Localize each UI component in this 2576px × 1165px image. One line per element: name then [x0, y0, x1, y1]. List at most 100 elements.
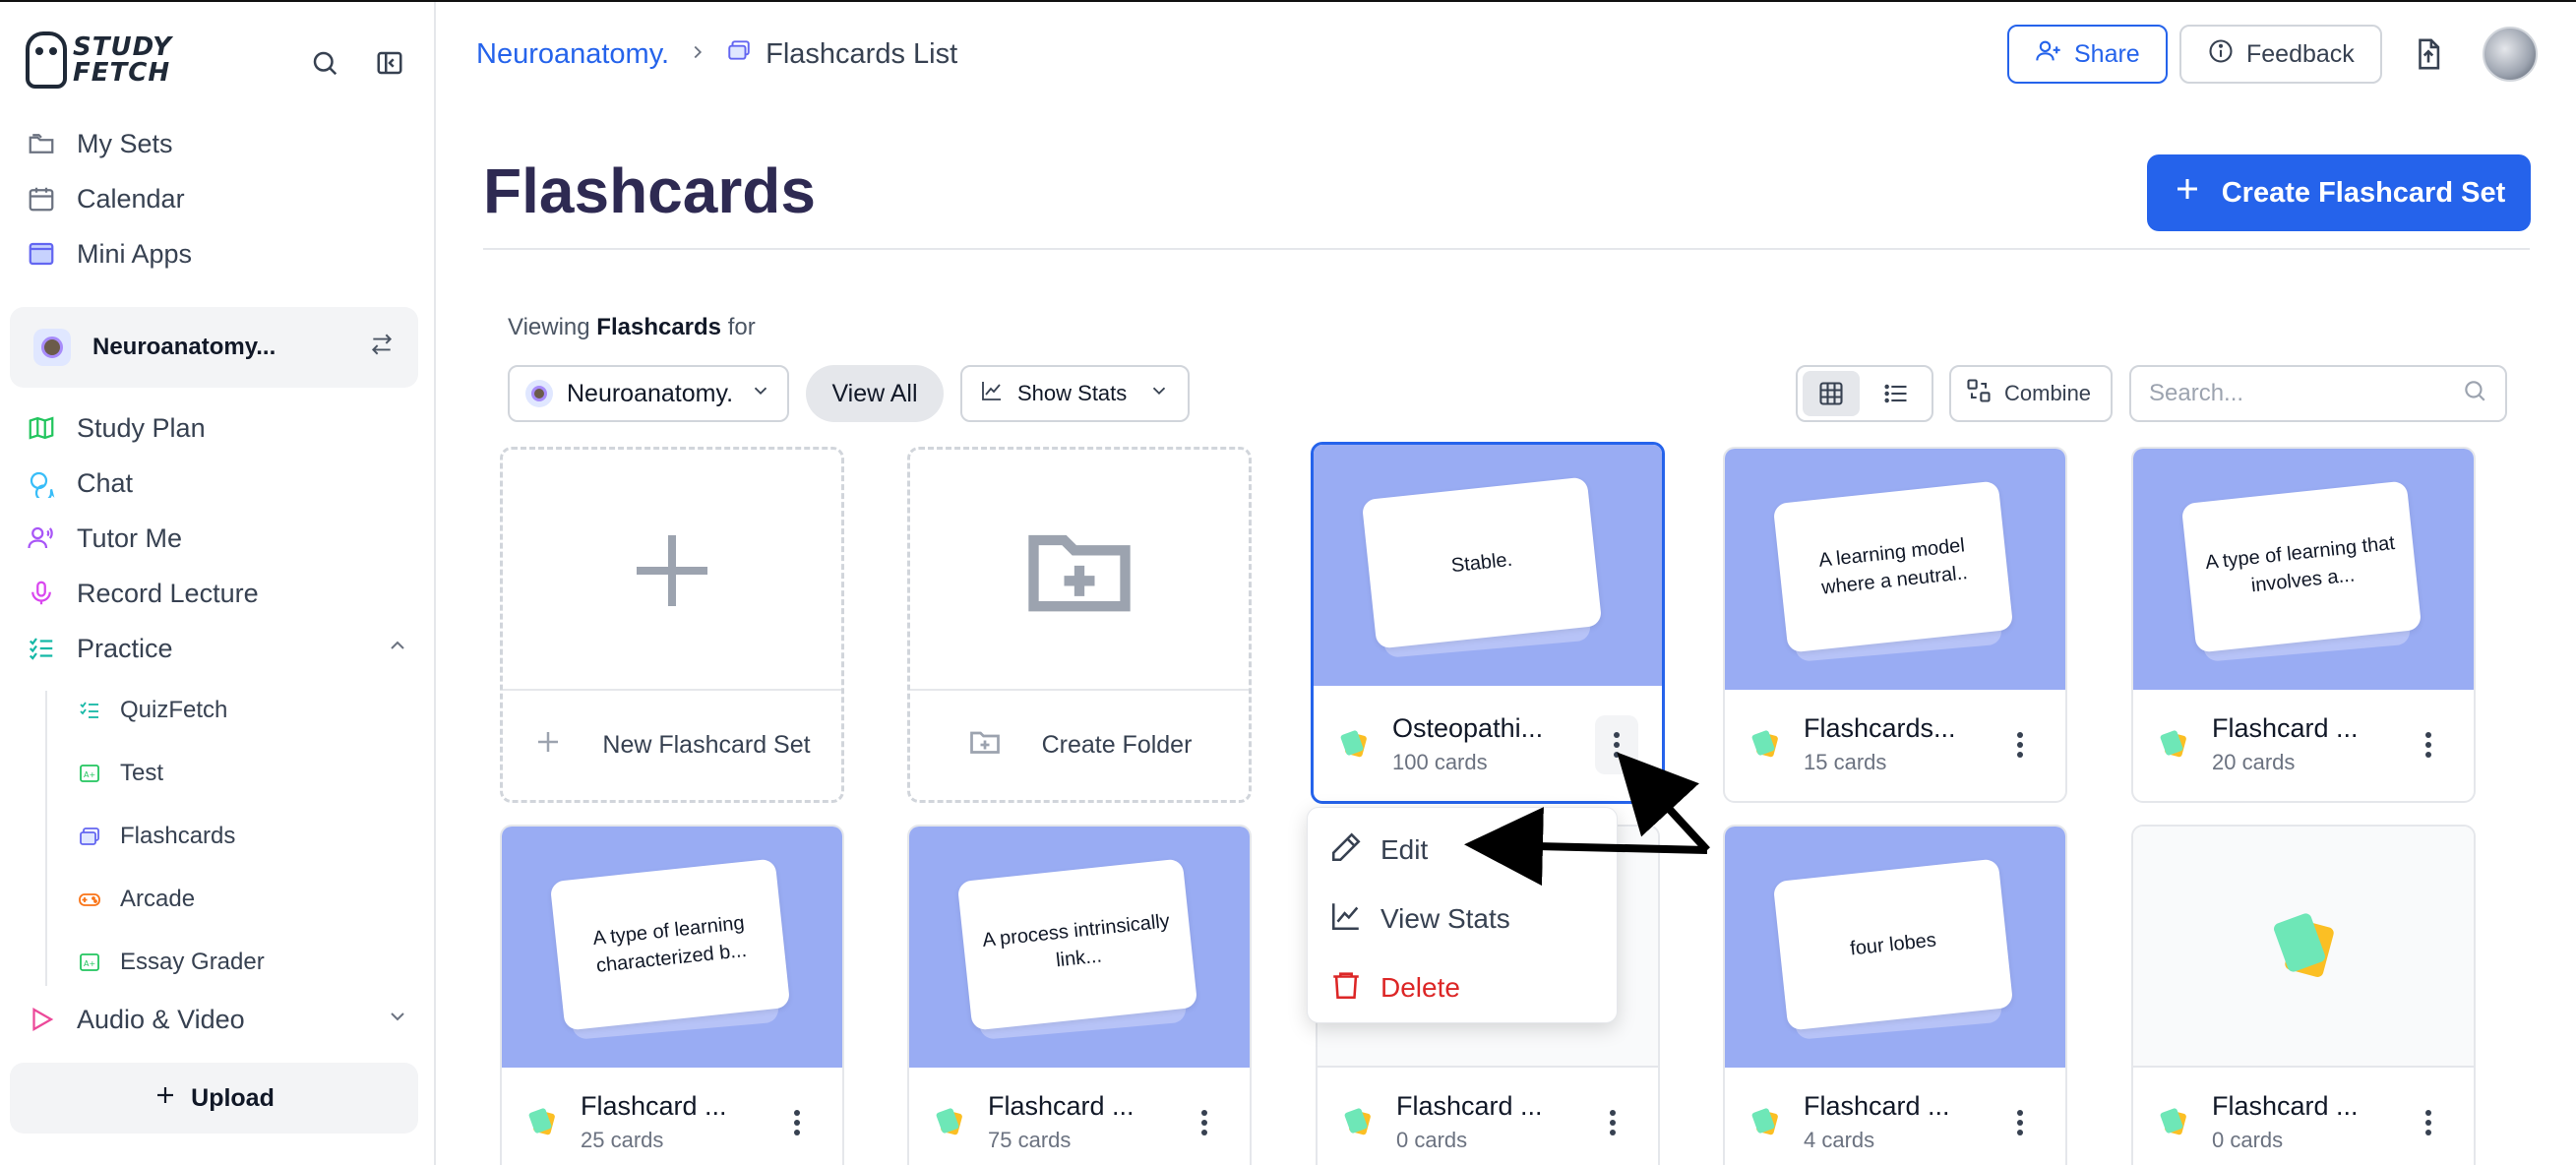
map-icon — [26, 412, 57, 444]
view-all-label: View All — [831, 379, 918, 407]
breadcrumb-course-link[interactable]: Neuroanatomy. — [476, 38, 669, 71]
create-folder-label: Create Folder — [1041, 730, 1193, 759]
more-vertical-icon[interactable] — [1183, 1093, 1226, 1152]
search-input[interactable] — [2149, 380, 2444, 407]
menu-item-delete[interactable]: Delete — [1308, 953, 1617, 1022]
menu-label: Delete — [1380, 972, 1460, 1003]
card-meta: Flashcards... 15 cards — [1725, 688, 2065, 801]
share-button[interactable]: Share — [2007, 25, 2168, 84]
nav-label: Practice — [77, 633, 173, 663]
create-flashcard-set-button[interactable]: Create Flashcard Set — [2147, 154, 2531, 231]
deck-icon — [1345, 1108, 1375, 1137]
nav-label: Arcade — [120, 886, 196, 912]
flashcard-set-card[interactable]: Stable. Osteopathi... 100 cards — [1311, 442, 1665, 804]
more-vertical-icon[interactable] — [1591, 1093, 1634, 1152]
card-title: Flashcard ... — [581, 1091, 727, 1121]
nav-tutor-me[interactable]: Tutor Me — [26, 516, 182, 561]
feedback-label: Feedback — [2246, 39, 2355, 68]
nav-audio-video[interactable]: Audio & Video — [26, 997, 409, 1042]
swap-icon[interactable] — [369, 332, 395, 364]
upload-button[interactable]: Upload — [10, 1063, 418, 1134]
menu-item-view-stats[interactable]: View Stats — [1308, 885, 1617, 953]
nav-label: Flashcards — [120, 823, 236, 849]
deck-icon — [529, 1108, 559, 1137]
more-vertical-icon[interactable] — [2407, 715, 2450, 774]
deck-icon — [1752, 1108, 1782, 1137]
breadcrumb-current-label: Flashcards List — [766, 37, 958, 70]
nav-label: Test — [120, 760, 164, 786]
nav-arcade[interactable]: Arcade — [77, 879, 195, 920]
card-preview-text: four lobes — [1772, 858, 2014, 1031]
collapse-sidebar-icon[interactable] — [370, 43, 409, 83]
gamepad-icon — [77, 887, 102, 912]
nav-quizfetch[interactable]: QuizFetch — [77, 690, 227, 731]
user-avatar[interactable] — [2483, 27, 2538, 82]
card-count: 75 cards — [988, 1128, 1072, 1152]
feedback-button[interactable]: Feedback — [2179, 25, 2382, 84]
folder-plus-icon — [967, 724, 1003, 766]
test-icon: A+ — [77, 761, 102, 786]
flashcard-set-card[interactable]: four lobes Flashcard ... 4 cards — [1723, 825, 2067, 1165]
nav-my-sets[interactable]: My Sets — [26, 121, 173, 166]
plus-icon — [153, 1083, 177, 1114]
card-titles: Flashcard ... 20 cards — [2212, 713, 2407, 775]
tutor-icon — [26, 522, 57, 554]
view-all-button[interactable]: View All — [806, 365, 944, 422]
flashcard-set-card[interactable]: A type of learning characterized b... Fl… — [500, 825, 844, 1165]
card-title: Flashcard ... — [2212, 1091, 2359, 1121]
nav-practice[interactable]: Practice — [26, 626, 409, 671]
mini-apps-icon — [26, 238, 57, 270]
card-preview-text: A type of learning characterized b... — [549, 858, 791, 1031]
combine-button[interactable]: Combine — [1949, 365, 2113, 422]
microphone-icon — [26, 578, 57, 609]
card-title: Osteopathi... — [1392, 713, 1544, 743]
card-titles: Osteopathi... 100 cards — [1392, 713, 1595, 775]
more-vertical-icon[interactable] — [775, 1093, 819, 1152]
more-vertical-icon[interactable] — [1998, 1093, 2042, 1152]
card-title: Flashcard ... — [2212, 713, 2359, 743]
course-select[interactable]: Neuroanatomy. — [508, 365, 789, 422]
create-folder-card[interactable]: Create Folder — [907, 447, 1252, 803]
flashcard-set-card[interactable]: A process intrinsically link... Flashcar… — [907, 825, 1252, 1165]
chevron-up-icon[interactable] — [386, 634, 409, 664]
pencil-icon — [1329, 830, 1363, 871]
nav-test[interactable]: A+ Test — [77, 753, 163, 794]
viewing-caption: Viewing Flashcards for — [508, 314, 756, 341]
grid-view-icon[interactable] — [1803, 371, 1860, 416]
card-count: 100 cards — [1392, 750, 1488, 774]
flashcard-set-card[interactable]: Flashcard ... 0 cards — [2131, 825, 2476, 1165]
folder-plus-icon — [910, 450, 1249, 691]
more-vertical-icon[interactable] — [1595, 714, 1638, 774]
nav-calendar[interactable]: Calendar — [26, 176, 185, 221]
chat-icon — [26, 467, 57, 499]
chevron-right-icon — [687, 38, 708, 71]
more-vertical-icon[interactable] — [1998, 715, 2042, 774]
nav-essay-grader[interactable]: A+ Essay Grader — [77, 942, 265, 983]
menu-label: Edit — [1380, 834, 1429, 865]
nav-record-lecture[interactable]: Record Lecture — [26, 571, 259, 616]
card-count: 0 cards — [1396, 1128, 1468, 1152]
list-view-icon[interactable] — [1868, 371, 1925, 416]
app-logo[interactable]: STUDY FETCH — [26, 31, 172, 89]
show-stats-select[interactable]: Show Stats — [960, 365, 1190, 422]
nav-study-plan[interactable]: Study Plan — [26, 405, 206, 451]
viewing-prefix: Viewing — [508, 314, 590, 340]
nav-flashcards[interactable]: Flashcards — [77, 816, 235, 857]
nav-chat[interactable]: Chat — [26, 460, 133, 506]
quiz-icon — [77, 698, 102, 723]
line-chart-icon — [980, 379, 1004, 408]
flashcard-set-card[interactable]: A learning model where a neutral.. Flash… — [1723, 447, 2067, 803]
chevron-down-icon[interactable] — [386, 1005, 409, 1035]
menu-label: View Stats — [1380, 903, 1510, 934]
flashcard-set-card[interactable]: A type of learning that involves a... Fl… — [2131, 447, 2476, 803]
search-icon[interactable] — [2462, 378, 2487, 410]
search-icon[interactable] — [305, 43, 344, 83]
more-vertical-icon[interactable] — [2407, 1093, 2450, 1152]
new-flashcard-set-card[interactable]: New Flashcard Set — [500, 447, 844, 803]
export-file-icon[interactable] — [2409, 34, 2448, 74]
nav-mini-apps[interactable]: Mini Apps — [26, 231, 192, 276]
menu-item-edit[interactable]: Edit — [1308, 816, 1617, 885]
card-meta: Flashcard ... 0 cards — [2133, 1066, 2474, 1165]
deck-icon — [2161, 1108, 2190, 1137]
course-switcher[interactable]: Neuroanatomy... — [10, 307, 418, 388]
